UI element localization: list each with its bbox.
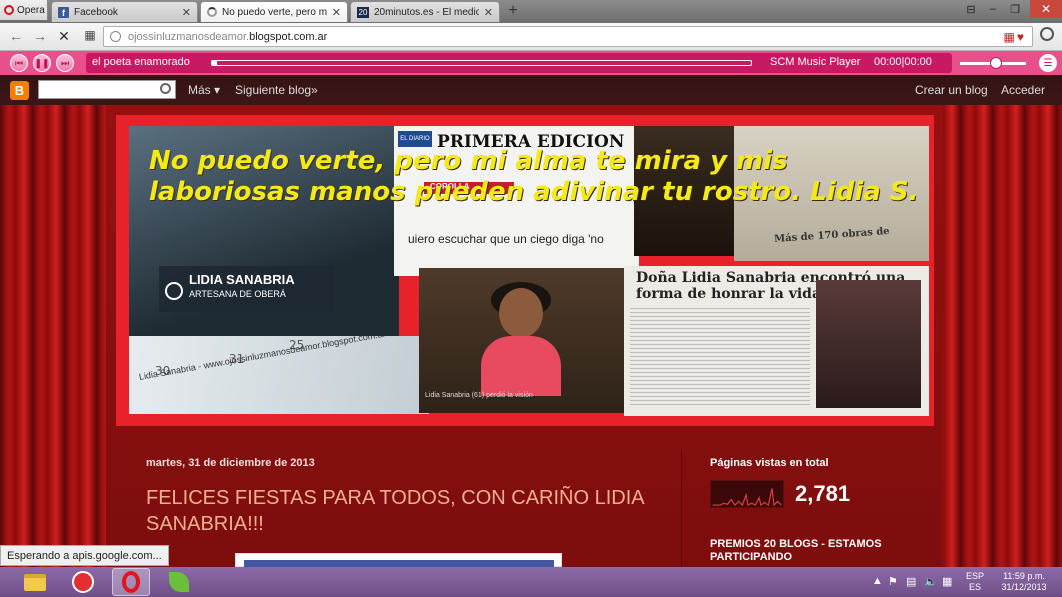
song-title: el poeta enamorado (92, 56, 190, 68)
blogger-navbar: B Más ▾ Siguiente blog» Crear un blog Ac… (0, 75, 1062, 105)
opera-menu-label: Opera (17, 4, 45, 16)
address-field[interactable]: ojossinluzmanosdeamor. blogspot.com.ar ▦♥ (103, 26, 1033, 47)
speed-dial-icon[interactable]: ▦ (81, 28, 99, 42)
pageviews-sparkline (710, 480, 784, 508)
close-tab-icon[interactable]: ✕ (484, 6, 493, 19)
newspaper-logo: EL DIARIO (398, 131, 432, 147)
close-window-button[interactable]: ✕ (1030, 0, 1062, 18)
calendar-url: Lidia Sanabria - www.ojossinluzmanosdeam… (138, 336, 387, 382)
player-time: 00:00|00:00 (874, 56, 932, 68)
tv-name: LIDIA SANABRIA (189, 272, 295, 287)
progress-fill (212, 61, 218, 65)
20minutos-icon: 20 (357, 6, 369, 18)
volume-knob[interactable] (990, 57, 1003, 69)
news-article-clipping: Doña Lidia Sanabria encontró una forma d… (624, 266, 929, 416)
opera-logo-icon (4, 5, 14, 15)
forward-icon[interactable]: → (31, 28, 49, 44)
url-domain: blogspot.com.ar (249, 30, 328, 43)
restore-icon[interactable]: ❐ (1004, 0, 1026, 18)
post-date: martes, 31 de diciembre de 2013 (146, 457, 315, 469)
language-indicator[interactable]: ESP ES (966, 571, 984, 593)
woman-figure (481, 282, 561, 398)
windows-taskbar: ▲ ⚑ ▤ 🔈 ▦ ESP ES 11:59 p.m. 31/12/2013 (0, 567, 1062, 597)
loading-icon (207, 7, 217, 17)
portrait-photo: Lidia Sanabria (61) perdió la visión (419, 268, 624, 413)
network-icon[interactable]: ▦ (942, 575, 952, 588)
url-host: ojossinluzmanosdeamor. (128, 30, 250, 43)
pageviews-heading: Páginas vistas en total (710, 457, 829, 469)
file-explorer-button[interactable] (16, 568, 54, 596)
browser-tab-bar: Opera f Facebook ✕ No puedo verte, pero … (0, 0, 1062, 23)
site-info-icon[interactable] (110, 31, 121, 42)
device-icon[interactable]: ▤ (906, 575, 916, 588)
previous-track-icon[interactable]: ⏮ (10, 54, 28, 72)
tab-20minutos[interactable]: 20 20minutos.es - El medio s ✕ (350, 1, 500, 22)
update-icon[interactable] (1040, 27, 1054, 41)
flag-icon[interactable]: ⚑ (888, 575, 898, 588)
more-menu[interactable]: Más ▾ (188, 83, 220, 97)
volume-slider[interactable] (960, 57, 1026, 69)
awards-heading: PREMIOS 20 BLOGS - ESTAMOS PARTICIPANDO (710, 538, 882, 563)
next-blog-link[interactable]: Siguiente blog» (235, 83, 318, 97)
tabs-menu-icon[interactable]: ⊟ (960, 0, 982, 18)
bookmark-heart-icon[interactable]: ▦♥ (1004, 30, 1026, 44)
newspaper-quote: uiero escuchar que un ciego diga 'no (408, 232, 604, 246)
opera-icon (122, 571, 140, 593)
facebook-icon: f (58, 6, 69, 18)
leaf-app-button[interactable] (160, 568, 198, 596)
article-photo (816, 280, 921, 408)
opera-taskbar-button[interactable] (112, 568, 150, 596)
newspaper-text: Más de 170 obras de (773, 225, 890, 246)
stop-icon[interactable]: ✕ (55, 28, 73, 45)
blog-header-collage[interactable]: LIDIA SANABRIA ARTESANA DE OBERÁ 25 31 3… (116, 115, 934, 426)
search-icon[interactable] (160, 83, 171, 94)
play-icon (165, 282, 183, 300)
next-track-icon[interactable]: ⏭ (56, 54, 74, 72)
sidebar-divider (681, 450, 682, 567)
tab-label: No puedo verte, pero mi al (222, 6, 327, 18)
tv-lower-third: LIDIA SANABRIA ARTESANA DE OBERÁ (159, 266, 334, 312)
tv-subtitle: ARTESANA DE OBERÁ (189, 289, 286, 299)
create-blog-link[interactable]: Crear un blog (915, 83, 988, 97)
article-columns (630, 308, 810, 408)
blog-search-input[interactable] (38, 80, 176, 99)
braille-calendar-photo: 25 31 30 Lidia Sanabria - www.ojossinluz… (129, 336, 429, 414)
header-overlay-title: No puedo verte, pero mi alma te mira y m… (149, 146, 919, 207)
post-title[interactable]: FELICES FIESTAS PARA TODOS, CON CARIÑO L… (146, 485, 666, 537)
tab-label: Facebook (74, 6, 118, 18)
tab-blog[interactable]: No puedo verte, pero mi al ✕ (200, 1, 348, 22)
folder-icon (24, 573, 46, 591)
address-toolbar: ← → ✕ ▦ ojossinluzmanosdeamor. blogspot.c… (0, 23, 1062, 51)
tab-facebook[interactable]: f Facebook ✕ (51, 1, 198, 22)
music-player: ⏮ ❚❚ ⏭ el poeta enamorado SCM Music Play… (0, 51, 1062, 75)
clock[interactable]: 11:59 p.m. 31/12/2013 (998, 571, 1050, 593)
red-app-icon (72, 571, 94, 593)
back-icon[interactable]: ← (7, 28, 25, 44)
blogger-logo-icon[interactable]: B (10, 81, 29, 100)
minimize-icon[interactable]: – (982, 0, 1004, 18)
leaf-icon (169, 572, 189, 592)
tab-label: 20minutos.es - El medio s (374, 6, 479, 18)
pageviews-count: 2,781 (795, 481, 851, 506)
player-menu-icon[interactable]: ☰ (1039, 54, 1057, 72)
post-image[interactable] (235, 553, 562, 568)
volume-icon[interactable]: 🔈 (924, 575, 938, 588)
photo-caption: Lidia Sanabria (61) perdió la visión (425, 392, 533, 399)
new-tab-button[interactable]: + (504, 2, 522, 20)
pause-icon[interactable]: ❚❚ (33, 54, 51, 72)
sign-in-link[interactable]: Acceder (1001, 83, 1045, 97)
show-hidden-icons[interactable]: ▲ (872, 575, 883, 587)
opera-menu-button[interactable]: Opera (0, 0, 48, 20)
player-name: SCM Music Player (770, 56, 861, 68)
close-tab-icon[interactable]: ✕ (182, 6, 191, 19)
app-button[interactable] (64, 568, 102, 596)
player-progress-bar[interactable] (211, 60, 752, 66)
loading-status: Esperando a apis.google.com... (0, 545, 169, 566)
close-tab-icon[interactable]: ✕ (332, 6, 341, 19)
